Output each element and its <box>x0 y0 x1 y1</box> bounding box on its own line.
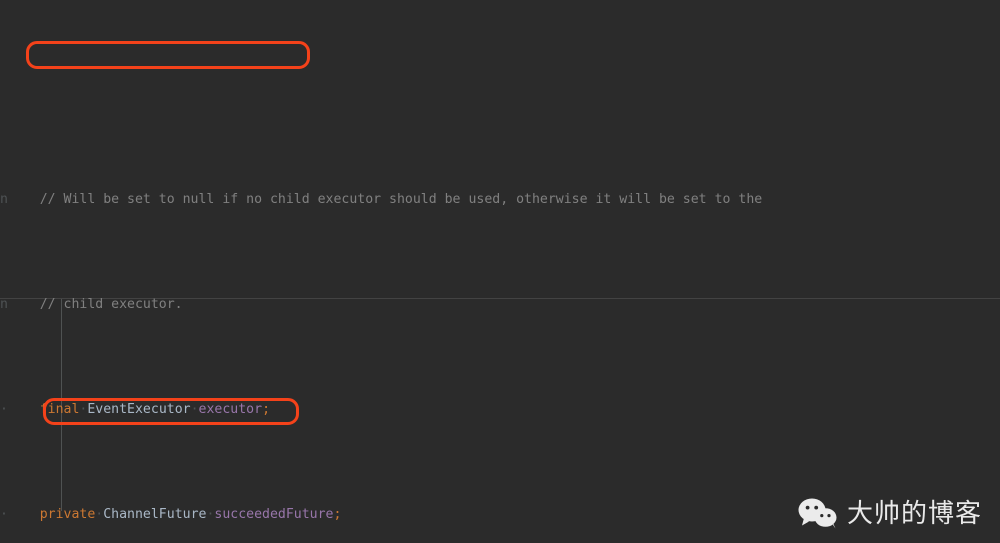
field-succeededfuture: succeededFuture <box>214 507 334 522</box>
code-editor[interactable]: n // Will be set to null if no child exe… <box>0 0 1000 543</box>
wechat-icon <box>798 498 838 529</box>
code-line[interactable]: n // child executor. <box>0 294 1000 315</box>
type-channelfuture: ChannelFuture <box>103 507 207 522</box>
watermark: 大帅的博客 <box>798 498 982 529</box>
comment-text: // child executor. <box>39 297 183 312</box>
semicolon: ; <box>262 402 271 417</box>
comment-text: // Will be set to null if no child execu… <box>39 192 763 207</box>
code-line[interactable]: n // Will be set to null if no child exe… <box>0 189 1000 210</box>
code-line[interactable]: · final·EventExecutor·executor; <box>0 399 1000 420</box>
semicolon: ; <box>333 507 342 522</box>
watermark-text: 大帅的博客 <box>846 498 982 529</box>
field-executor: executor <box>198 402 263 417</box>
keyword-private: private <box>39 507 96 522</box>
screenshot-root: n // Will be set to null if no child exe… <box>0 0 1000 543</box>
type-eventexecutor: EventExecutor <box>87 402 191 417</box>
keyword-final: final <box>39 402 80 417</box>
